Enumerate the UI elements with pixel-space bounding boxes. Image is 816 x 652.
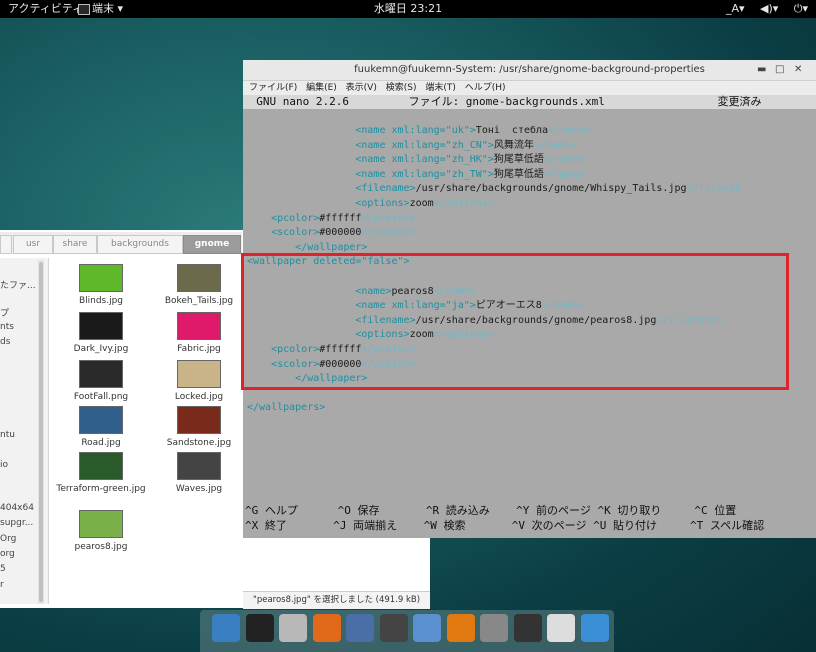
window-icon[interactable] <box>580 614 609 642</box>
file-thumbnail <box>79 452 123 480</box>
file-item[interactable]: FootFall.png <box>56 360 146 402</box>
sidebar-item[interactable]: ds <box>0 337 10 347</box>
editor-line: <name xml:lang="uk">Тоні стебла</name> <box>355 125 591 136</box>
file-item[interactable]: Sandstone.jpg <box>154 406 244 448</box>
dock <box>200 610 614 652</box>
editor-line: </wallpapers> <box>247 402 326 414</box>
breadcrumb-backgrounds[interactable]: backgrounds <box>97 235 183 254</box>
highlight-box <box>241 253 789 390</box>
editor-line: </wallpaper> <box>295 241 368 253</box>
chat-icon[interactable] <box>413 614 441 642</box>
sidebar-item[interactable]: Org <box>0 534 16 544</box>
file-thumbnail <box>177 360 221 388</box>
sidebar-item[interactable]: supgr... <box>0 518 33 528</box>
file-thumbnail <box>79 360 123 388</box>
files-icon[interactable] <box>279 614 307 642</box>
nano-shortcuts-row2: ^X 終了 ^J 両端揃え ^W 検索 ^V 次のページ ^U 貼り付け ^T … <box>245 519 765 532</box>
editor-line: <name xml:lang="zh_CN">风舞流年</name> <box>355 139 577 151</box>
sidebar-item[interactable]: ntu <box>0 430 15 440</box>
sidebar-item[interactable]: nts <box>0 322 14 332</box>
mixer-icon[interactable] <box>480 614 508 642</box>
menu-view[interactable]: 表示(V) <box>346 83 377 93</box>
vlc-icon[interactable] <box>446 614 475 642</box>
sidebar-item[interactable]: r <box>0 580 4 590</box>
nano-header: GNU nano 2.2.6 ファイル: gnome-backgrounds.x… <box>243 95 816 109</box>
menu-help[interactable]: ヘルプ(H) <box>465 83 506 93</box>
firefox-icon[interactable] <box>312 614 341 642</box>
breadcrumb-prev[interactable] <box>0 235 12 254</box>
sidebar-scrollbar[interactable] <box>38 260 44 604</box>
editor-line: <options>zoom</options> <box>355 198 494 209</box>
file-item[interactable]: Bokeh_Tails.jpg <box>154 264 244 306</box>
sidebar-item[interactable]: たファ... <box>0 278 36 291</box>
scrollbar-thumb[interactable] <box>39 262 43 602</box>
file-thumbnail <box>79 510 123 538</box>
trash-icon[interactable] <box>547 614 575 642</box>
file-item[interactable]: Terraform-green.jpg <box>56 452 146 494</box>
sidebar-item[interactable]: io <box>0 460 8 470</box>
file-thumbnail <box>79 312 123 340</box>
file-item[interactable]: Fabric.jpg <box>154 312 244 354</box>
top-bar: アクティビティ 端末 ▾ 水曜日 23:21 _A▾ ◀)▾ ⏻▾ <box>0 0 816 18</box>
close-icon[interactable]: ✕ <box>794 60 802 80</box>
sidebar-item[interactable]: org <box>0 549 15 559</box>
terminal-icon[interactable] <box>245 614 274 642</box>
file-thumbnail <box>177 312 221 340</box>
sidebar-item[interactable]: プ <box>0 306 9 319</box>
file-item[interactable]: Locked.jpg <box>154 360 244 402</box>
file-thumbnail <box>79 406 123 434</box>
path-bar: usr share backgrounds gnome <box>0 232 242 254</box>
menu-file[interactable]: ファイル(F) <box>249 83 297 93</box>
power-icon[interactable]: ⏻▾ <box>794 2 808 15</box>
file-item[interactable]: Waves.jpg <box>154 452 244 494</box>
editor-line: <pcolor>#ffffff</pcolor> <box>271 212 416 224</box>
file-item[interactable]: Blinds.jpg <box>56 264 146 306</box>
editor-line: <filename>/usr/share/backgrounds/gnome/W… <box>355 183 741 195</box>
terminal-titlebar[interactable]: fuukemn@fuukemn-System: /usr/share/gnome… <box>243 60 816 81</box>
file-item[interactable]: Road.jpg <box>56 406 146 448</box>
sidebar-item[interactable]: 5 <box>0 564 6 574</box>
file-thumbnail <box>177 452 221 480</box>
breadcrumb-usr[interactable]: usr <box>13 235 53 254</box>
menu-search[interactable]: 検索(S) <box>386 83 417 93</box>
editor-line: <name xml:lang="zh_HK">狗尾草低語</name> <box>355 154 587 166</box>
file-item[interactable]: Dark_Ivy.jpg <box>56 312 146 354</box>
minimize-icon[interactable]: ▬ <box>757 60 766 80</box>
disk-icon[interactable] <box>513 614 542 642</box>
file-grid: Blinds.jpg Bokeh_Tails.jpg Dark_Ivy.jpg … <box>50 258 242 604</box>
editor-line: <name xml:lang="zh_TW">狗尾草低語</name> <box>355 168 587 180</box>
terminal-menubar: ファイル(F) 編集(E) 表示(V) 検索(S) 端末(T) ヘルプ(H) <box>243 81 816 95</box>
window-title: fuukemn@fuukemn-System: /usr/share/gnome… <box>354 64 705 75</box>
mail-icon[interactable] <box>346 614 374 642</box>
file-thumbnail <box>79 264 123 292</box>
file-thumbnail <box>177 406 221 434</box>
input-method-indicator[interactable]: _A▾ <box>726 2 745 15</box>
status-overlay: "pearos8.jpg" を選択しました (491.9 kB) <box>243 591 430 609</box>
maximize-icon[interactable]: □ <box>775 60 784 80</box>
speaker-icon[interactable] <box>379 614 408 642</box>
breadcrumb-share[interactable]: share <box>53 235 97 254</box>
breadcrumb-gnome[interactable]: gnome <box>183 235 241 254</box>
volume-icon[interactable]: ◀)▾ <box>760 2 778 15</box>
editor-line: <scolor>#000000</scolor> <box>271 227 416 239</box>
menu-edit[interactable]: 編集(E) <box>306 83 337 93</box>
file-item-selected[interactable]: pearos8.jpg <box>56 510 146 552</box>
file-thumbnail <box>177 264 221 292</box>
clock[interactable]: 水曜日 23:21 <box>0 0 816 18</box>
nano-shortcuts-row1: ^G ヘルプ ^O 保存 ^R 読み込み ^Y 前のページ ^K 切り取り ^C… <box>245 504 737 517</box>
sidebar-item[interactable]: 404x64 <box>0 503 34 513</box>
menu-terminal[interactable]: 端末(T) <box>425 83 456 93</box>
anchor-icon[interactable] <box>212 614 240 642</box>
